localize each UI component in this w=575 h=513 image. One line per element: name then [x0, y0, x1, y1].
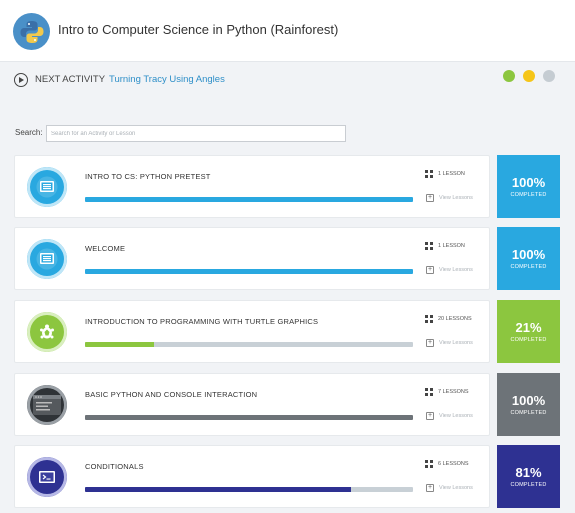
- lessons-count: 6 LESSONS: [438, 461, 469, 467]
- view-lessons-link[interactable]: View Lessons: [439, 340, 473, 346]
- next-activity-label: NEXT ACTIVITY: [35, 74, 106, 85]
- completion-badge: 100% COMPLETED: [497, 155, 560, 218]
- module-progress-fill: [85, 197, 413, 202]
- completion-label: COMPLETED: [510, 410, 547, 416]
- lessons-count: 7 LESSONS: [438, 389, 469, 395]
- expand-plus-icon[interactable]: +: [426, 484, 434, 492]
- module-progress-bar: [85, 197, 413, 202]
- lessons-grid-icon: [425, 170, 433, 178]
- play-circle-icon[interactable]: [14, 73, 28, 87]
- module-progress-bar: [85, 269, 413, 274]
- search-label: Search:: [15, 128, 43, 137]
- completion-label: COMPLETED: [510, 264, 547, 270]
- module-progress-fill: [85, 415, 413, 420]
- completion-label: COMPLETED: [510, 337, 547, 343]
- view-lessons-link[interactable]: View Lessons: [439, 267, 473, 273]
- next-activity-bar: NEXT ACTIVITY Turning Tracy Using Angles: [0, 62, 575, 98]
- completion-percent: 100%: [511, 175, 546, 190]
- module-title[interactable]: CONDITIONALS: [85, 462, 144, 471]
- expand-plus-icon[interactable]: +: [426, 412, 434, 420]
- module-title[interactable]: BASIC PYTHON AND CONSOLE INTERACTION: [85, 390, 257, 399]
- completion-percent: 21%: [515, 320, 542, 335]
- python-logo-icon: [13, 13, 50, 50]
- completion-badge: 100% COMPLETED: [497, 227, 560, 290]
- next-activity-link[interactable]: Turning Tracy Using Angles: [109, 74, 225, 85]
- completion-badge: 100% COMPLETED: [497, 373, 560, 436]
- turtle-icon: [27, 312, 67, 352]
- module-progress-bar: [85, 342, 413, 347]
- module-title[interactable]: INTRODUCTION TO PROGRAMMING WITH TURTLE …: [85, 317, 318, 326]
- module-card[interactable]: CONDITIONALS 6 LESSONS + View Lessons: [14, 445, 490, 508]
- module-card[interactable]: BASIC PYTHON AND CONSOLE INTERACTION 7 L…: [14, 373, 490, 436]
- status-dot-yellow[interactable]: [523, 70, 535, 82]
- completion-badge: 21% COMPLETED: [497, 300, 560, 363]
- view-lessons-link[interactable]: View Lessons: [439, 485, 473, 491]
- course-header: Intro to Computer Science in Python (Rai…: [0, 0, 575, 62]
- view-lessons-link[interactable]: View Lessons: [439, 413, 473, 419]
- search-input[interactable]: [46, 125, 346, 142]
- completion-badge: 81% COMPLETED: [497, 445, 560, 508]
- completion-percent: 100%: [511, 247, 546, 262]
- expand-plus-icon[interactable]: +: [426, 194, 434, 202]
- completion-percent: 81%: [515, 465, 542, 480]
- module-progress-fill: [85, 342, 154, 347]
- module-title[interactable]: WELCOME: [85, 244, 125, 253]
- lessons-count: 20 LESSONS: [438, 316, 472, 322]
- module-progress-bar: [85, 487, 413, 492]
- status-dot-gray[interactable]: [543, 70, 555, 82]
- lessons-count: 1 LESSON: [438, 243, 465, 249]
- completion-label: COMPLETED: [510, 192, 547, 198]
- module-card[interactable]: INTRO TO CS: PYTHON PRETEST 1 LESSON + V…: [14, 155, 490, 218]
- course-title: Intro to Computer Science in Python (Rai…: [58, 22, 339, 37]
- module-card[interactable]: WELCOME 1 LESSON + View Lessons: [14, 227, 490, 290]
- lessons-grid-icon: [425, 460, 433, 468]
- expand-plus-icon[interactable]: +: [426, 339, 434, 347]
- monitor-icon: [27, 167, 67, 207]
- lessons-grid-icon: [425, 315, 433, 323]
- lessons-grid-icon: [425, 388, 433, 396]
- module-progress-bar: [85, 415, 413, 420]
- module-progress-fill: [85, 487, 351, 492]
- view-lessons-link[interactable]: View Lessons: [439, 195, 473, 201]
- completion-label: COMPLETED: [510, 482, 547, 488]
- monitor-icon: [27, 239, 67, 279]
- lessons-count: 1 LESSON: [438, 171, 465, 177]
- expand-plus-icon[interactable]: +: [426, 266, 434, 274]
- module-card[interactable]: INTRODUCTION TO PROGRAMMING WITH TURTLE …: [14, 300, 490, 363]
- terminal-icon: [27, 457, 67, 497]
- completion-percent: 100%: [511, 393, 546, 408]
- lessons-grid-icon: [425, 242, 433, 250]
- module-progress-fill: [85, 269, 413, 274]
- console-icon: [27, 385, 67, 425]
- module-title[interactable]: INTRO TO CS: PYTHON PRETEST: [85, 172, 211, 181]
- status-dot-green[interactable]: [503, 70, 515, 82]
